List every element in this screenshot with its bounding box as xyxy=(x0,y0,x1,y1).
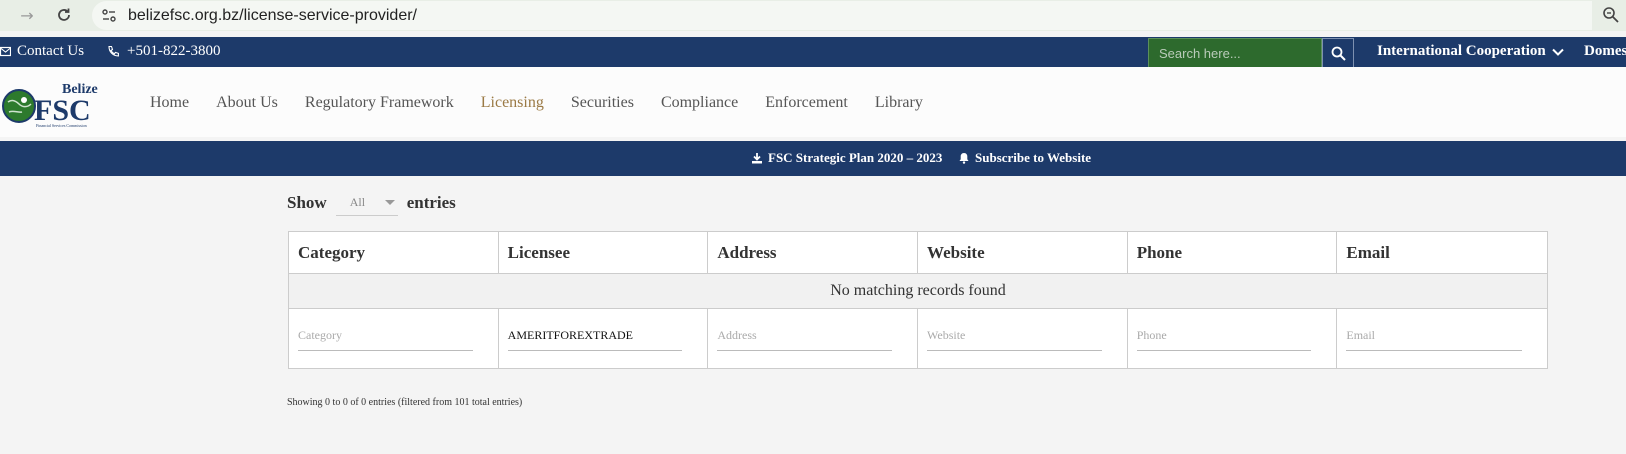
filter-cell-email: Email xyxy=(1337,309,1547,368)
download-icon xyxy=(752,153,762,164)
search-icon xyxy=(1331,46,1346,61)
site-settings-icon[interactable] xyxy=(98,5,120,27)
url-text: belizefsc.org.bz/license-service-provide… xyxy=(128,6,417,24)
filter-input-licensee[interactable]: AMERITFOREXTRADE xyxy=(507,321,683,351)
phone-icon xyxy=(108,45,119,57)
filter-input-address[interactable]: Address xyxy=(717,321,893,351)
filter-cell-phone: Phone xyxy=(1128,309,1338,368)
international-cooperation-dropdown[interactable]: International Cooperation xyxy=(1377,43,1564,60)
caret-down-icon xyxy=(384,200,395,205)
phone-link[interactable]: +501-822-3800 xyxy=(107,43,220,60)
strategic-plan-link[interactable]: FSC Strategic Plan 2020 – 2023 xyxy=(751,150,942,166)
primary-menu: Home About Us Regulatory Framework Licen… xyxy=(150,94,950,112)
menu-item-compliance[interactable]: Compliance xyxy=(661,94,738,112)
column-header-category[interactable]: Category xyxy=(289,232,499,273)
mail-icon xyxy=(0,46,11,57)
menu-item-enforcement[interactable]: Enforcement xyxy=(765,94,848,112)
table-filter-row: Category AMERITFOREXTRADE Address Websit… xyxy=(289,309,1547,368)
main-navigation: Belize FSC Financial Services Commission… xyxy=(0,67,1626,137)
show-suffix: entries xyxy=(406,193,456,212)
column-header-phone[interactable]: Phone xyxy=(1128,232,1338,273)
show-entries-control: Show All entries xyxy=(287,190,456,216)
filter-cell-address: Address xyxy=(708,309,919,368)
menu-item-home[interactable]: Home xyxy=(150,94,189,112)
subscribe-label: Subscribe to Website xyxy=(975,150,1092,165)
entries-select-value: All xyxy=(349,195,366,209)
menu-item-licensing[interactable]: Licensing xyxy=(481,94,544,112)
search-input[interactable]: Search here... xyxy=(1148,38,1322,68)
menu-item-regulatory-framework[interactable]: Regulatory Framework xyxy=(305,94,454,112)
contact-us-link[interactable]: Contact Us xyxy=(0,43,84,60)
search-button[interactable] xyxy=(1322,38,1354,68)
reload-icon[interactable] xyxy=(50,1,78,29)
contact-label: Contact Us xyxy=(17,43,85,59)
entries-select[interactable]: All xyxy=(335,190,398,216)
strategic-plan-label: FSC Strategic Plan 2020 – 2023 xyxy=(768,150,943,165)
filter-input-phone[interactable]: Phone xyxy=(1136,321,1312,351)
column-header-website[interactable]: Website xyxy=(918,232,1128,273)
phone-number: +501-822-3800 xyxy=(127,43,221,59)
forward-arrow-icon[interactable]: → xyxy=(13,1,41,29)
filter-input-email[interactable]: Email xyxy=(1346,321,1523,351)
empty-table-message: No matching records found xyxy=(289,274,1547,309)
filter-input-category[interactable]: Category xyxy=(298,321,473,351)
address-bar[interactable]: belizefsc.org.bz/license-service-provide… xyxy=(92,1,1592,30)
menu-item-securities[interactable]: Securities xyxy=(571,94,634,112)
zoom-icon[interactable] xyxy=(1602,6,1620,24)
table-header-row: Category Licensee Address Website Phone … xyxy=(289,232,1547,274)
menu-item-library[interactable]: Library xyxy=(875,94,923,112)
filter-cell-category: Category xyxy=(289,309,499,368)
browser-toolbar: → belizefsc.org.bz/license-service-provi… xyxy=(0,0,1626,31)
table-info-text: Showing 0 to 0 of 0 entries (filtered fr… xyxy=(287,397,523,408)
top-bar: Contact Us +501-822-3800 Search here... … xyxy=(0,37,1626,68)
domestic-menu-item[interactable]: Domes xyxy=(1584,43,1626,60)
intl-label: International Cooperation xyxy=(1377,43,1546,59)
filter-cell-website: Website xyxy=(918,309,1128,368)
column-header-address[interactable]: Address xyxy=(708,232,919,273)
menu-item-about-us[interactable]: About Us xyxy=(216,94,278,112)
announcement-bar: FSC Strategic Plan 2020 – 2023 Subscribe… xyxy=(0,141,1626,176)
fsc-logo[interactable]: Belize FSC Financial Services Commission xyxy=(0,80,110,128)
bell-icon xyxy=(959,153,969,164)
show-prefix: Show xyxy=(287,193,327,212)
subscribe-link[interactable]: Subscribe to Website xyxy=(958,150,1091,166)
filter-cell-licensee: AMERITFOREXTRADE xyxy=(499,309,709,368)
licensees-table: Category Licensee Address Website Phone … xyxy=(288,231,1548,369)
column-header-licensee[interactable]: Licensee xyxy=(499,232,709,273)
logo-subtitle-text: Financial Services Commission xyxy=(36,123,87,128)
column-header-email[interactable]: Email xyxy=(1337,232,1547,273)
filter-input-website[interactable]: Website xyxy=(927,321,1102,351)
search-placeholder: Search here... xyxy=(1159,45,1241,61)
chevron-down-icon xyxy=(1552,48,1564,56)
